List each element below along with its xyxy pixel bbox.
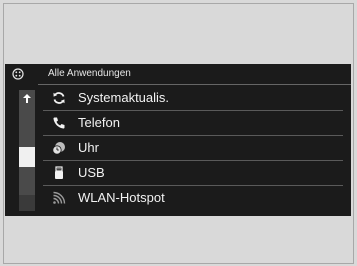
scroll-thumb[interactable] xyxy=(19,147,35,167)
list-item-usb[interactable]: USB xyxy=(43,161,343,186)
home-menu-icon[interactable] xyxy=(12,68,24,80)
list-item-telefon[interactable]: Telefon xyxy=(43,111,343,136)
list-item-label: Telefon xyxy=(78,115,120,130)
list-item-label: Uhr xyxy=(78,140,99,155)
phone-icon xyxy=(53,117,65,129)
wifi-icon xyxy=(53,191,66,204)
clock-icon xyxy=(52,142,65,155)
scrollbar[interactable] xyxy=(19,90,35,211)
list-item-label: USB xyxy=(78,165,105,180)
refresh-icon xyxy=(53,92,65,104)
list-item-uhr[interactable]: Uhr xyxy=(43,136,343,161)
app-list: Systemaktualis. Telefon Uhr USB WLAN-Hot… xyxy=(43,86,343,210)
display-screen: Alle Anwendungen Systemaktualis. Telefon… xyxy=(5,64,351,216)
list-item-wlan-hotspot[interactable]: WLAN-Hotspot xyxy=(43,186,343,210)
screen-header: Alle Anwendungen xyxy=(5,64,351,85)
scroll-up-button[interactable] xyxy=(19,90,35,106)
header-divider xyxy=(38,84,351,85)
list-item-systemaktualisierung[interactable]: Systemaktualis. xyxy=(43,86,343,111)
usb-icon xyxy=(55,166,63,179)
page-title: Alle Anwendungen xyxy=(48,68,131,79)
page-up-icon xyxy=(23,93,31,103)
scroll-down-button[interactable] xyxy=(19,195,35,211)
list-item-label: Systemaktualis. xyxy=(78,90,170,105)
list-item-label: WLAN-Hotspot xyxy=(78,190,165,205)
